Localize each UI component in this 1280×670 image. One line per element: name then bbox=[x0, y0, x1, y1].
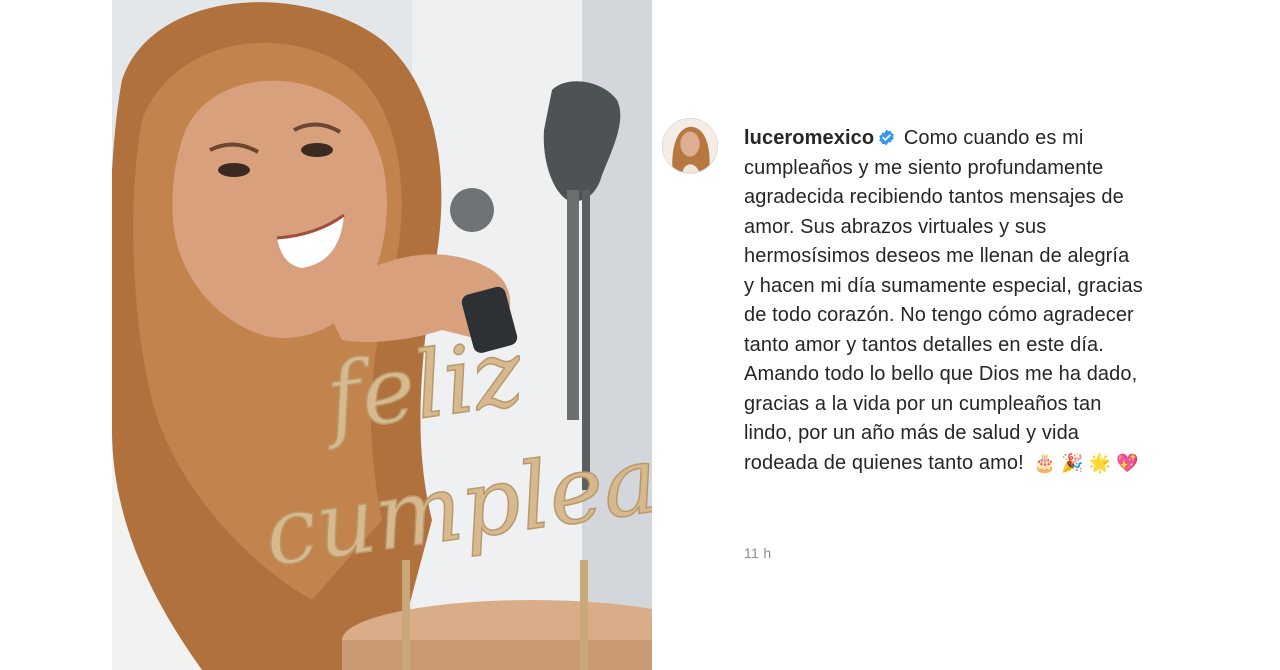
post-timestamp[interactable]: 11 h bbox=[744, 545, 771, 561]
caption-emojis: 🎂 🎉 🌟 💖 bbox=[1033, 452, 1139, 473]
instagram-post: feliz cumpleañ luceromexico Como cuando … bbox=[112, 0, 1160, 670]
selfie-with-cake-topper-image: feliz cumpleañ bbox=[112, 0, 652, 670]
post-caption-panel: luceromexico Como cuando es mi cumpleaño… bbox=[652, 0, 1160, 670]
post-caption: luceromexico Como cuando es mi cumpleaño… bbox=[744, 124, 1144, 478]
post-photo[interactable]: feliz cumpleañ bbox=[112, 0, 652, 670]
profile-avatar[interactable] bbox=[662, 118, 718, 174]
avatar-image bbox=[663, 119, 717, 173]
verified-badge-icon bbox=[878, 126, 895, 146]
caption-text: Como cuando es mi cumpleaños y me siento… bbox=[744, 127, 1143, 474]
username-link[interactable]: luceromexico bbox=[744, 127, 874, 149]
